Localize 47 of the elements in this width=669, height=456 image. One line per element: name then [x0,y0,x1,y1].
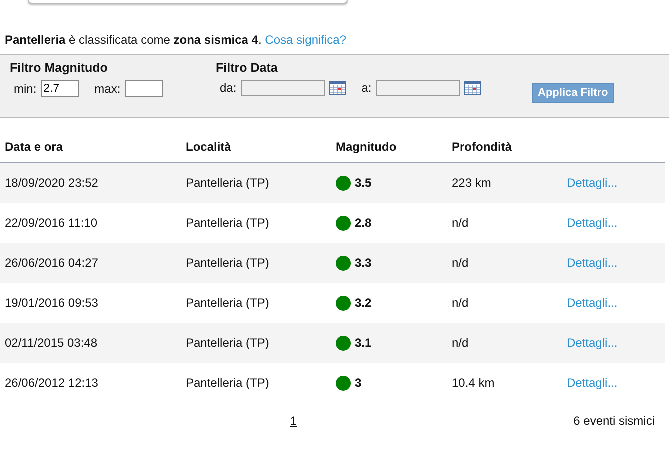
details-link[interactable]: Dettagli... [567,296,618,310]
magnitude-value: 2.8 [355,216,372,230]
details-link[interactable]: Dettagli... [567,256,618,270]
date-cell: 19/01/2016 09:53 [0,283,181,323]
depth-cell: n/d [447,323,562,363]
place-cell: Pantelleria (TP) [181,283,331,323]
magnitude-value: 3 [355,376,362,390]
place-cell: Pantelleria (TP) [181,243,331,283]
date-cell: 22/09/2016 11:10 [0,203,181,243]
magnitude-value: 3.3 [355,256,372,270]
details-link[interactable]: Dettagli... [567,216,618,230]
from-label: da: [220,81,237,95]
details-link[interactable]: Dettagli... [567,376,618,390]
depth-cell: 10.4 km [447,363,562,403]
event-count: 6 eventi sismici [574,414,655,428]
place-cell: Pantelleria (TP) [181,323,331,363]
depth-cell: 223 km [447,162,562,203]
magnitude-value: 3.1 [355,336,372,350]
date-cell: 18/09/2020 23:52 [0,162,181,203]
info-link[interactable]: Cosa significa? [265,33,347,47]
max-label: max: [94,82,121,96]
date-cell: 02/11/2015 03:48 [0,323,181,363]
depth-cell: n/d [447,283,562,323]
from-date-field[interactable] [240,80,325,96]
date-cell: 26/06/2012 12:13 [0,363,181,403]
details-link[interactable]: Dettagli... [567,176,618,190]
place-cell: Pantelleria (TP) [181,203,331,243]
max-field[interactable] [124,80,163,97]
calendar-icon[interactable] [464,81,481,95]
magnitude-value: 3.5 [355,176,372,190]
calendar-icon[interactable] [328,81,346,95]
date-cell: 26/06/2016 04:27 [0,243,181,283]
magnitude-value: 3.2 [355,296,372,310]
page-link[interactable]: 1 [290,414,297,428]
place-cell: Pantelleria (TP) [181,162,331,203]
filter-title: Filtro Data [216,61,279,77]
place-cell: Pantelleria (TP) [181,363,331,403]
filter-title: Filtro Magnitudo [10,61,109,77]
min-label: min: [14,82,37,96]
to-date-field[interactable] [376,80,460,96]
details-link[interactable]: Dettagli... [567,336,618,350]
min-field[interactable]: 2.7 [40,80,79,97]
intro-text: Pantelleria è classificata come zona sismica 4. [5,33,262,47]
depth-cell: n/d [447,203,562,243]
apply-filter-button[interactable]: Applica Filtro [532,83,614,103]
to-label: a: [362,81,372,95]
depth-cell: n/d [447,243,562,283]
